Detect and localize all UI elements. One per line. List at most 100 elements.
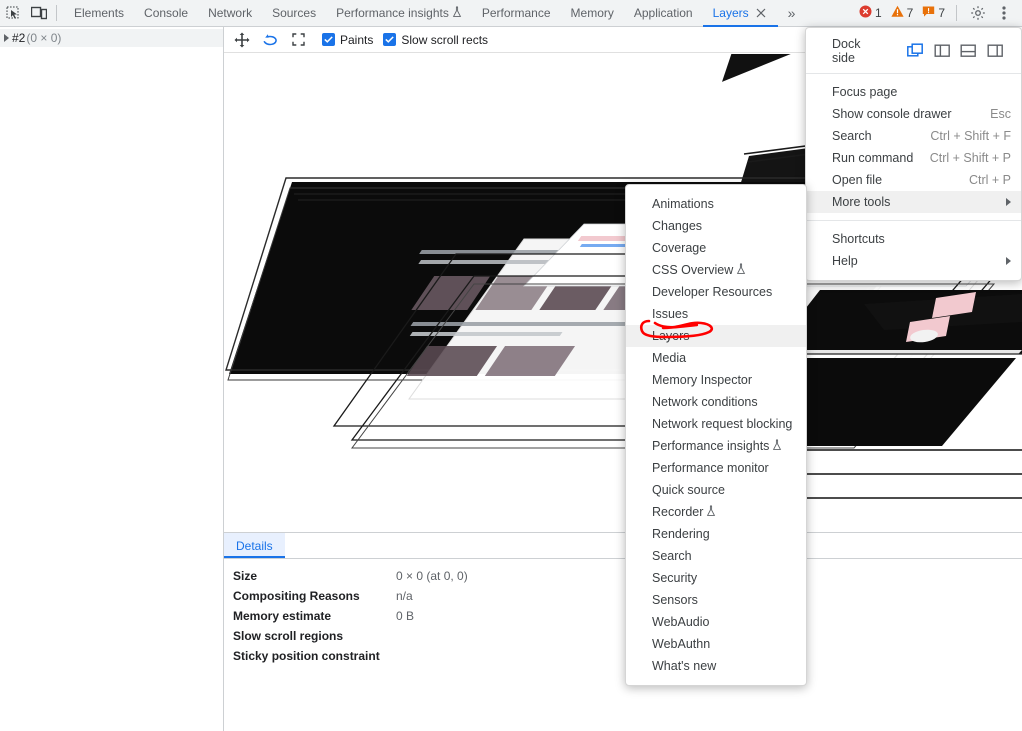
- error-icon: [859, 5, 872, 21]
- tab-sources[interactable]: Sources: [262, 0, 326, 27]
- close-icon[interactable]: [754, 6, 768, 20]
- pan-move-icon[interactable]: [228, 28, 256, 52]
- tab-performance[interactable]: Performance: [472, 0, 561, 27]
- menu-item-focus-page[interactable]: Focus page: [806, 81, 1021, 103]
- submenu-item-quick-source[interactable]: Quick source: [626, 479, 806, 501]
- chevron-right-icon: [1006, 257, 1011, 265]
- menu-item-label: WebAuthn: [652, 637, 710, 651]
- menu-item-label: Coverage: [652, 241, 706, 255]
- tab-performance-insights[interactable]: Performance insights: [326, 0, 472, 27]
- submenu-item-changes[interactable]: Changes: [626, 215, 806, 237]
- tab-elements[interactable]: Elements: [64, 0, 134, 27]
- menu-item-shortcut: Ctrl + Shift + P: [914, 151, 1011, 165]
- devtools-tab-bar: Elements Console Network Sources Perform…: [0, 0, 1022, 27]
- tab-network[interactable]: Network: [198, 0, 262, 27]
- submenu-item-memory-inspector[interactable]: Memory Inspector: [626, 369, 806, 391]
- submenu-item-what-s-new[interactable]: What's new: [626, 655, 806, 677]
- submenu-item-recorder[interactable]: Recorder: [626, 501, 806, 523]
- submenu-item-network-request-blocking[interactable]: Network request blocking: [626, 413, 806, 435]
- submenu-item-coverage[interactable]: Coverage: [626, 237, 806, 259]
- layers-sidebar: #2 (0 × 0): [0, 27, 224, 731]
- menu-item-label: Rendering: [652, 527, 710, 541]
- info-count-value: 7: [938, 6, 945, 20]
- submenu-item-animations[interactable]: Animations: [626, 193, 806, 215]
- submenu-item-sensors[interactable]: Sensors: [626, 589, 806, 611]
- dock-bottom-icon[interactable]: [956, 39, 983, 63]
- menu-item-label: Run command: [832, 151, 913, 165]
- submenu-item-performance-monitor[interactable]: Performance monitor: [626, 457, 806, 479]
- submenu-item-css-overview[interactable]: CSS Overview: [626, 259, 806, 281]
- tab-label: Memory: [571, 6, 614, 20]
- kebab-menu-icon[interactable]: [991, 1, 1017, 25]
- tab-label: Elements: [74, 6, 124, 20]
- dock-right-icon[interactable]: [982, 39, 1009, 63]
- submenu-item-webaudio[interactable]: WebAudio: [626, 611, 806, 633]
- detail-label: Slow scroll regions: [233, 629, 396, 643]
- rotate-icon[interactable]: [256, 28, 284, 52]
- checkbox-checked-icon: [383, 33, 396, 46]
- tab-console[interactable]: Console: [134, 0, 198, 27]
- submenu-item-search[interactable]: Search: [626, 545, 806, 567]
- experimental-flask-icon: [736, 263, 746, 278]
- devtools-main-menu: Dock side: [805, 27, 1022, 281]
- menu-item-label: Performance insights: [652, 439, 769, 453]
- menu-item-show-console-drawer[interactable]: Show console drawer Esc: [806, 103, 1021, 125]
- menu-item-label: Layers: [652, 329, 690, 343]
- detail-label: Sticky position constraint: [233, 649, 396, 663]
- toolbar-divider: [956, 5, 957, 21]
- reset-zoom-icon[interactable]: [284, 28, 312, 52]
- menu-item-run-command[interactable]: Run command Ctrl + Shift + P: [806, 147, 1021, 169]
- dock-side-row: Dock side: [806, 36, 1021, 66]
- dock-left-icon[interactable]: [929, 39, 956, 63]
- error-count[interactable]: 1: [859, 5, 882, 21]
- chevron-right-icon[interactable]: [4, 34, 9, 42]
- undock-window-icon[interactable]: [902, 39, 929, 63]
- details-tabstrip: Details: [224, 533, 1022, 559]
- submenu-item-security[interactable]: Security: [626, 567, 806, 589]
- submenu-item-webauthn[interactable]: WebAuthn: [626, 633, 806, 655]
- submenu-item-network-conditions[interactable]: Network conditions: [626, 391, 806, 413]
- submenu-item-issues[interactable]: Issues: [626, 303, 806, 325]
- submenu-item-developer-resources[interactable]: Developer Resources: [626, 281, 806, 303]
- tab-label: Sources: [272, 6, 316, 20]
- device-toolbar-icon[interactable]: [26, 1, 52, 25]
- menu-item-more-tools[interactable]: More tools: [806, 191, 1021, 213]
- menu-item-help[interactable]: Help: [806, 250, 1021, 272]
- tabbar-right-group: 1 7 7: [859, 1, 1022, 25]
- menu-item-label: Focus page: [832, 85, 897, 99]
- warning-count-value: 7: [907, 6, 914, 20]
- submenu-item-performance-insights[interactable]: Performance insights: [626, 435, 806, 457]
- tab-application[interactable]: Application: [624, 0, 703, 27]
- tab-layers[interactable]: Layers: [703, 0, 778, 27]
- paints-checkbox[interactable]: Paints: [322, 33, 373, 47]
- submenu-item-media[interactable]: Media: [626, 347, 806, 369]
- slow-scroll-rects-checkbox[interactable]: Slow scroll rects: [383, 33, 488, 47]
- menu-item-open-file[interactable]: Open file Ctrl + P: [806, 169, 1021, 191]
- detail-label: Size: [233, 569, 396, 583]
- menu-item-search[interactable]: Search Ctrl + Shift + F: [806, 125, 1021, 147]
- submenu-item-layers[interactable]: Layers: [626, 325, 806, 347]
- warning-count[interactable]: 7: [891, 5, 914, 21]
- tab-details[interactable]: Details: [224, 533, 285, 558]
- inspect-element-icon[interactable]: [0, 1, 26, 25]
- menu-item-label: Search: [652, 549, 692, 563]
- tab-label: Console: [144, 6, 188, 20]
- tab-memory[interactable]: Memory: [561, 0, 624, 27]
- submenu-item-rendering[interactable]: Rendering: [626, 523, 806, 545]
- experimental-flask-icon: [452, 6, 462, 21]
- more-tools-submenu: AnimationsChanges Coverage CSS OverviewDev…: [625, 184, 807, 686]
- layer-tree-node[interactable]: #2 (0 × 0): [0, 29, 223, 47]
- menu-item-shortcuts[interactable]: Shortcuts: [806, 228, 1021, 250]
- tab-overflow-button[interactable]: »: [778, 0, 806, 27]
- tab-label: Application: [634, 6, 693, 20]
- paints-checkbox-label: Paints: [340, 33, 373, 47]
- layer-details-panel: Details Size 0 × 0 (at 0, 0) Compositing…: [224, 532, 1022, 731]
- menu-item-shortcut: Esc: [974, 107, 1011, 121]
- detail-label: Compositing Reasons: [233, 589, 396, 603]
- experimental-flask-icon: [772, 439, 782, 454]
- menu-item-label: Open file: [832, 173, 882, 187]
- info-count[interactable]: 7: [922, 5, 945, 21]
- tab-label: Network: [208, 6, 252, 20]
- gear-icon[interactable]: [965, 1, 991, 25]
- menu-item-label: Performance monitor: [652, 461, 769, 475]
